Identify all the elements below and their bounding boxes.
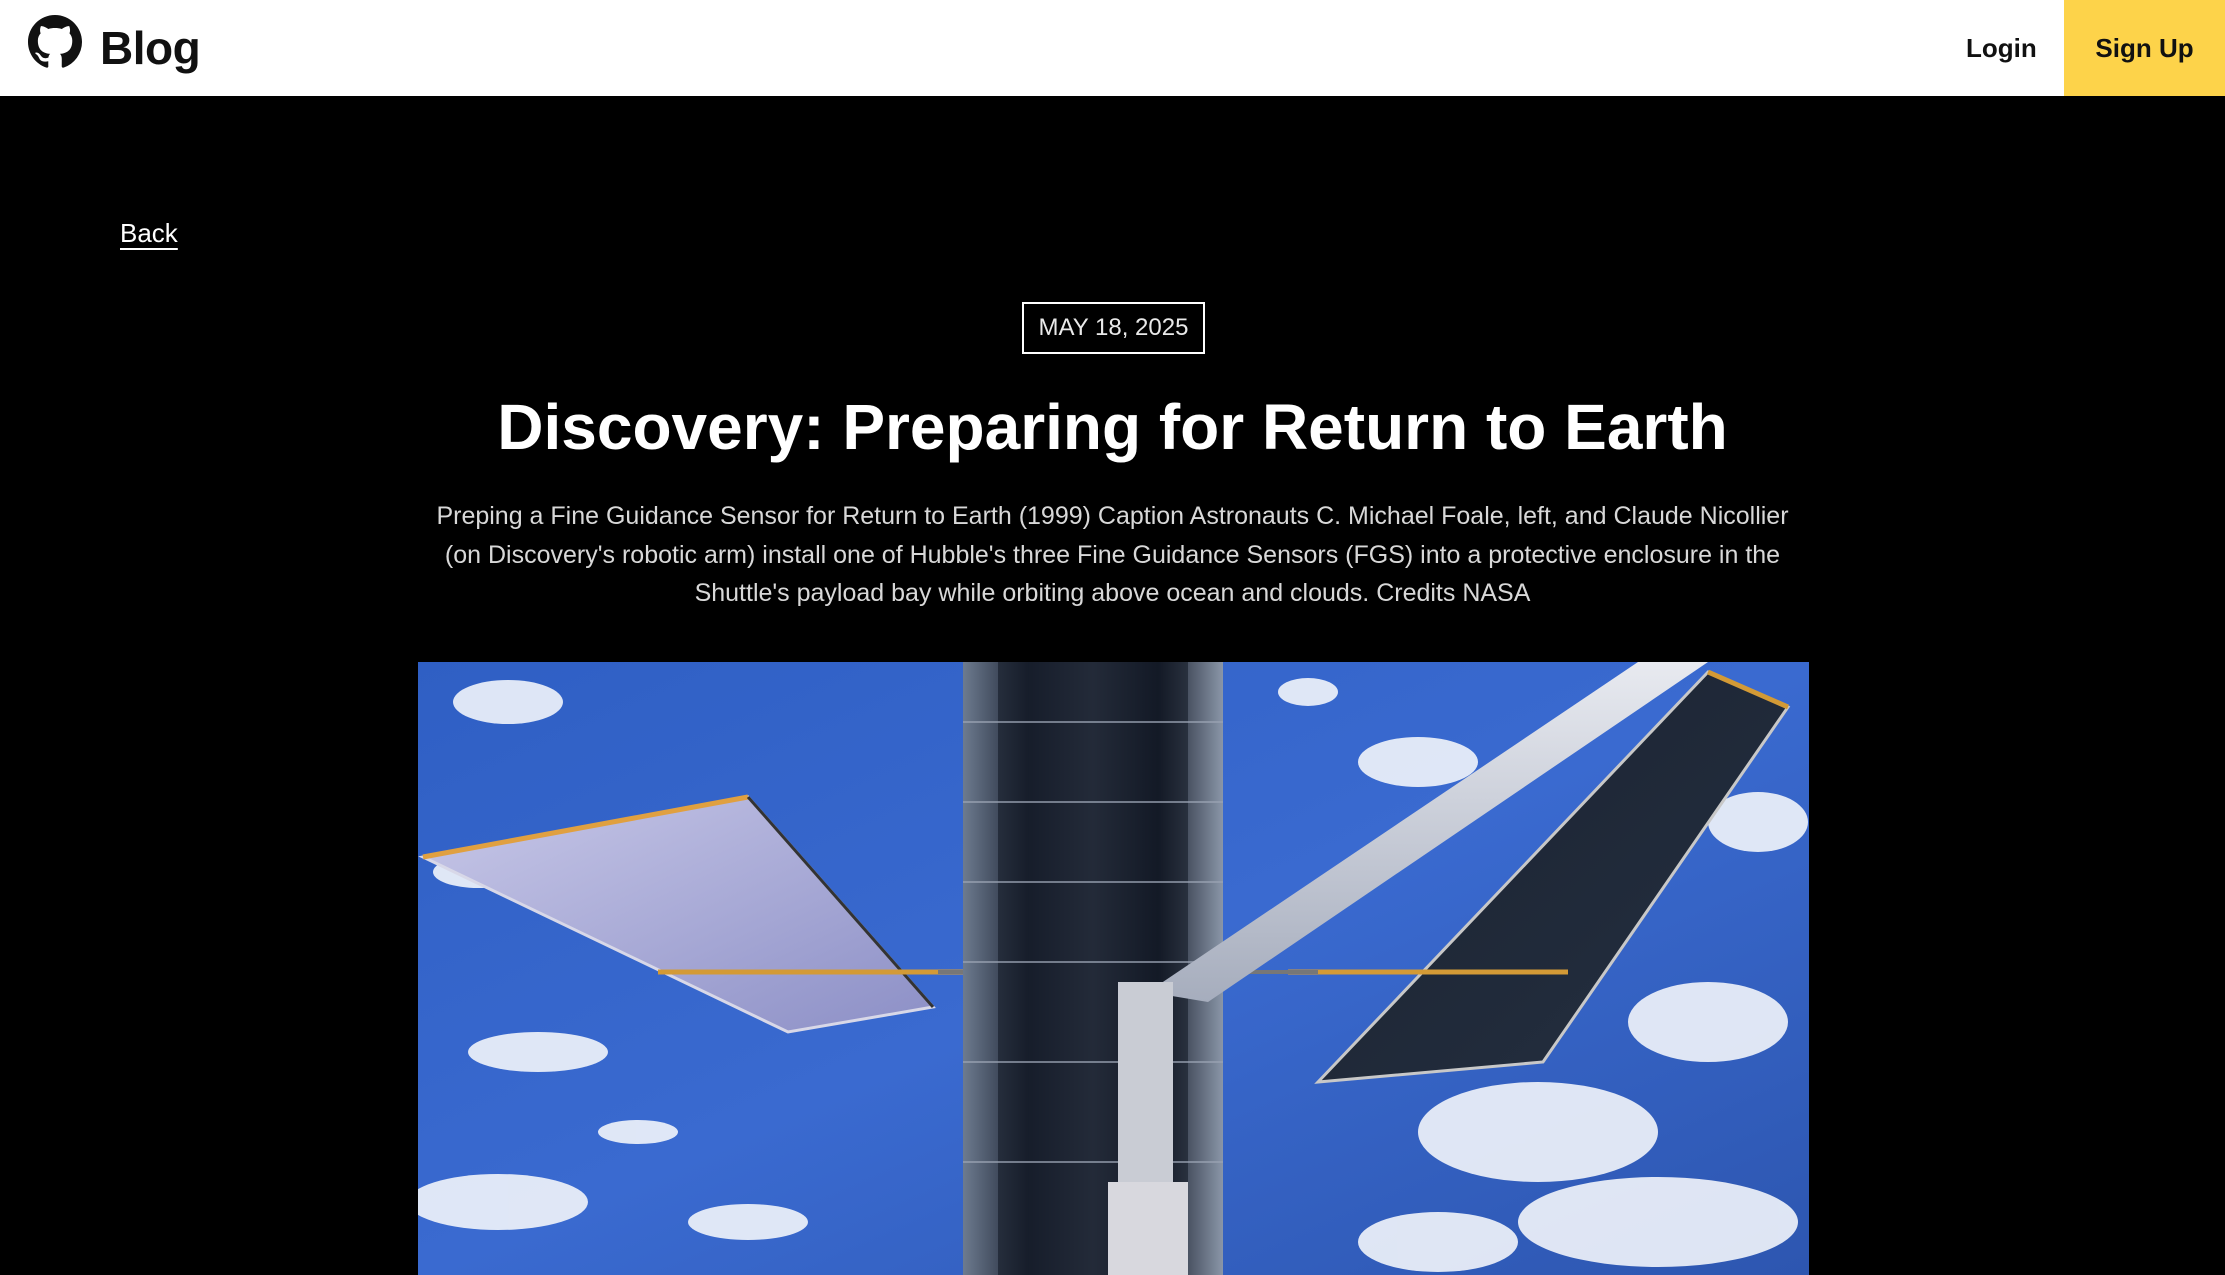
hubble-telescope-photo-icon: [418, 662, 1809, 1275]
brand-title[interactable]: Blog: [100, 18, 201, 78]
date-badge: MAY 18, 2025: [1022, 302, 1205, 354]
back-link[interactable]: Back: [120, 218, 178, 249]
article-caption: Preping a Fine Guidance Sensor for Retur…: [436, 502, 1789, 607]
article-title: Discovery: Preparing for Return to Earth: [497, 391, 1728, 463]
github-logo-icon[interactable]: [28, 15, 82, 69]
signup-button[interactable]: Sign Up: [2064, 0, 2225, 96]
hubble-photo: [418, 662, 1809, 1275]
login-link[interactable]: Login: [1966, 28, 2037, 68]
site-header: Blog Login Sign Up: [0, 0, 2225, 96]
